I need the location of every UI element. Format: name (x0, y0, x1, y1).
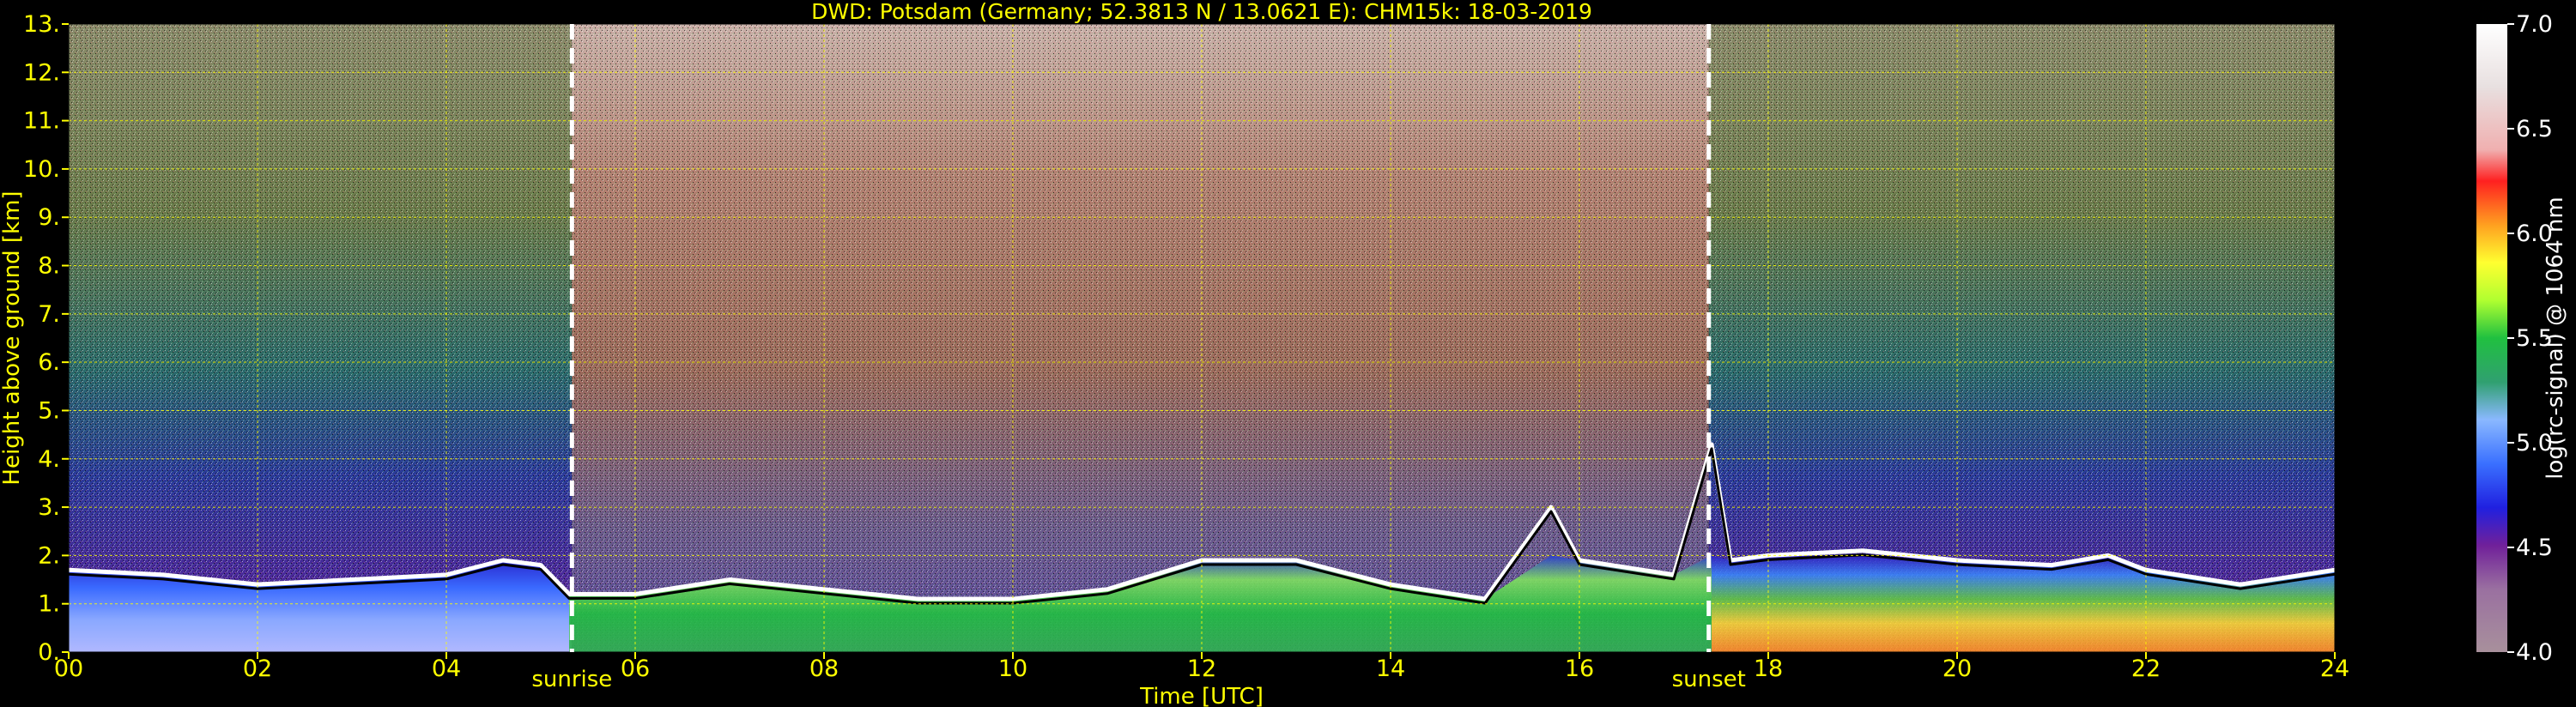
ceilometer-chart: DWD: Potsdam (Germany; 52.3813 N / 13.06… (0, 0, 2568, 707)
y-tick-label: 11. (23, 108, 60, 135)
sunrise-label: sunrise (531, 667, 612, 692)
y-tick-label: 12. (23, 59, 60, 86)
y-tick-label: 3. (38, 494, 60, 521)
y-tick-label: 2. (38, 542, 60, 569)
x-tick-label: 02 (243, 656, 272, 682)
chart-title: DWD: Potsdam (Germany; 52.3813 N / 13.06… (811, 0, 1592, 24)
y-axis: 0.1.2.3.4.5.6.7.8.9.10.11.12.13. (23, 11, 69, 666)
x-tick-label: 06 (621, 656, 650, 682)
y-tick-label: 4. (38, 446, 60, 473)
x-axis-label: Time [UTC] (1139, 684, 1264, 707)
y-tick-label: 8. (38, 253, 60, 280)
y-axis-label: Height above ground [km] (0, 190, 25, 485)
y-tick-label: 7. (38, 301, 60, 328)
x-tick-label: 10 (998, 656, 1027, 682)
x-tick-label: 14 (1376, 656, 1405, 682)
x-axis: 00 02 04 06 08 10 12 14 16 18 20 22 24 (54, 652, 2349, 682)
colorbar-tick-label: 4.5 (2516, 535, 2553, 561)
colorbar-tick-label: 6.5 (2516, 116, 2553, 142)
y-tick-label: 1. (38, 591, 60, 618)
colorbar: 4.04.55.05.56.06.57.0 log(rc-signal) @ 1… (2476, 11, 2568, 666)
x-tick-label: 12 (1187, 656, 1216, 682)
x-tick-label: 04 (432, 656, 461, 682)
y-tick-label: 13. (23, 11, 60, 38)
y-tick-label: 10. (23, 156, 60, 183)
plot-area (68, 23, 2336, 653)
x-tick-label: 00 (54, 656, 83, 682)
x-tick-label: 22 (2131, 656, 2161, 682)
x-tick-label: 18 (1754, 656, 1783, 682)
y-tick-label: 9. (38, 204, 60, 231)
colorbar-tick-label: 7.0 (2516, 11, 2553, 38)
colorbar-tick-label: 4.0 (2516, 639, 2553, 666)
y-tick-label: 6. (38, 349, 60, 376)
sunset-label: sunset (1672, 667, 1746, 692)
x-tick-label: 24 (2320, 656, 2349, 682)
x-tick-label: 08 (809, 656, 839, 682)
colorbar-strip (2476, 24, 2507, 652)
x-tick-label: 20 (1943, 656, 1972, 682)
colorbar-label: log(rc-signal) @ 1064 nm (2543, 196, 2568, 479)
x-tick-label: 16 (1565, 656, 1594, 682)
y-tick-label: 5. (38, 397, 60, 424)
